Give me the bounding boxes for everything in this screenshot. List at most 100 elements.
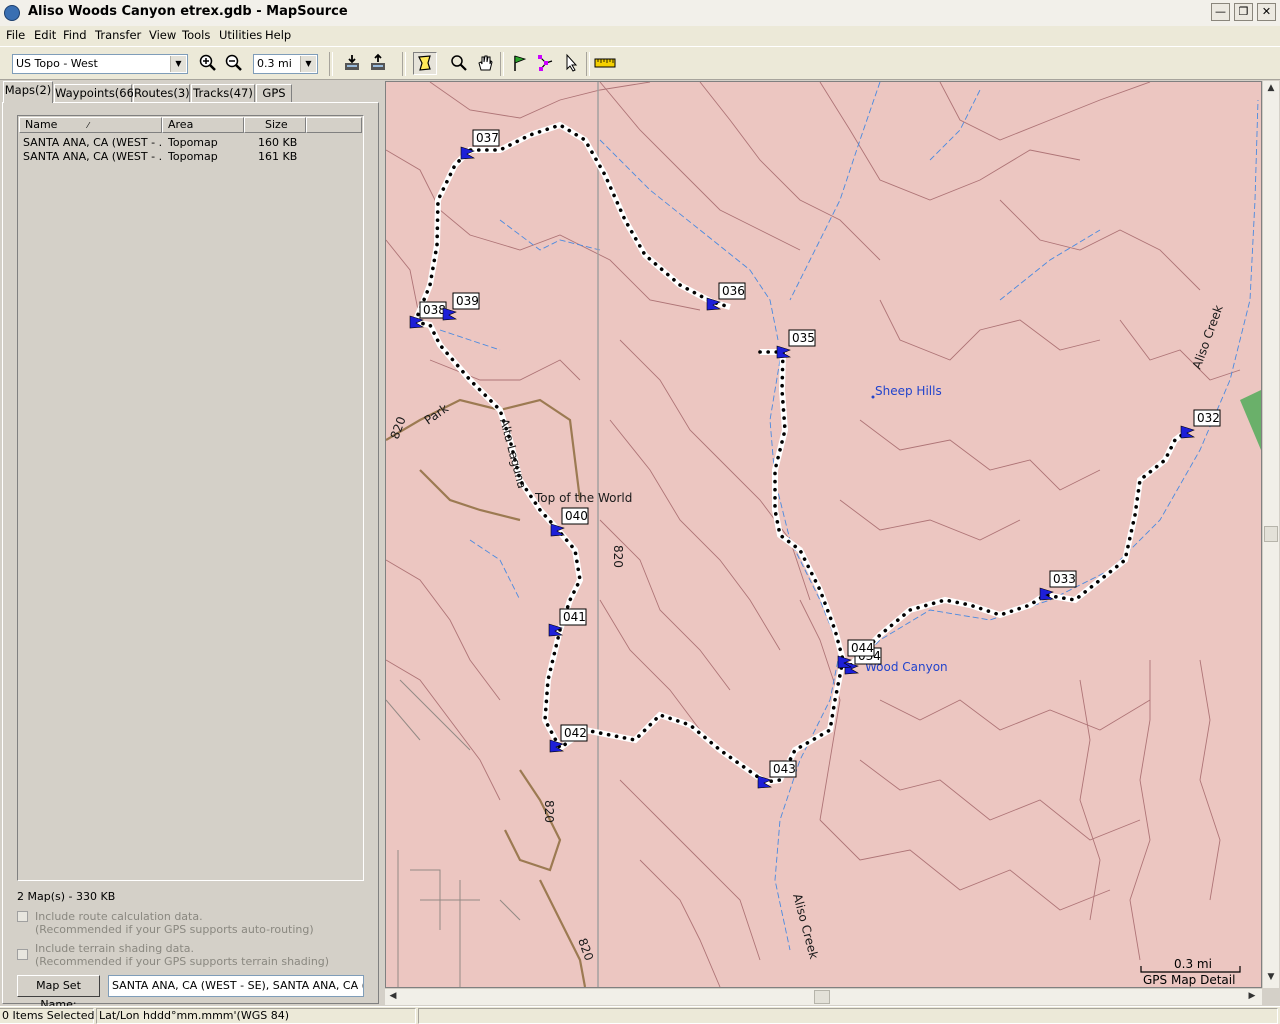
list-item-area: Topomap xyxy=(168,150,218,163)
zoom-in-icon xyxy=(199,54,216,71)
sort-ascending-icon: ⁄ xyxy=(87,121,89,130)
menu-utilities[interactable]: Utilities xyxy=(219,28,262,42)
send-to-device-icon xyxy=(371,53,385,70)
menu-file[interactable]: File xyxy=(6,28,25,42)
vertical-scroll-thumb[interactable] xyxy=(1264,526,1278,542)
menu-find[interactable]: Find xyxy=(63,28,87,42)
product-select-value: US Topo - West xyxy=(16,57,98,70)
route-calculation-hint: (Recommended if your GPS supports auto-r… xyxy=(35,923,314,936)
distance-tool-button[interactable] xyxy=(593,52,617,75)
waypoint-label: 038 xyxy=(423,303,446,317)
menu-edit[interactable]: Edit xyxy=(34,28,56,42)
tab-tracks[interactable]: Tracks(47) xyxy=(191,84,255,103)
product-select[interactable]: US Topo - West ▼ xyxy=(12,54,188,74)
map-tool-button[interactable] xyxy=(413,52,437,75)
cursor-icon xyxy=(566,53,578,72)
menu-bar: File Edit Find Transfer View Tools Utili… xyxy=(0,26,1280,46)
hand-icon xyxy=(478,55,493,71)
tab-gps[interactable]: GPS xyxy=(256,84,292,103)
route-calculation-checkbox[interactable] xyxy=(17,911,28,922)
maximize-button[interactable]: ❐ xyxy=(1234,3,1253,21)
vertical-scrollbar[interactable]: ▲ ▼ xyxy=(1262,81,1279,988)
zoom-scale-value: 0.3 mi xyxy=(257,57,292,70)
list-item-name[interactable]: SANTA ANA, CA (WEST - ... xyxy=(23,150,161,163)
menu-tools[interactable]: Tools xyxy=(182,28,210,42)
maps-summary: 2 Map(s) - 330 KB xyxy=(17,890,116,903)
menu-transfer[interactable]: Transfer xyxy=(95,28,141,42)
waypoint-label: 042 xyxy=(564,726,587,740)
waypoint-label: 035 xyxy=(792,331,815,345)
status-bar: 0 Items Selected Lat/Lon hddd°mm.mmm'(WG… xyxy=(0,1006,1280,1024)
selection-tool-button[interactable] xyxy=(560,52,584,75)
menu-view[interactable]: View xyxy=(149,28,176,42)
tab-maps[interactable]: Maps(2) xyxy=(3,81,53,103)
route-tool-button[interactable] xyxy=(534,52,558,75)
left-panel: Maps(2) Waypoints(66) Routes(3) Tracks(4… xyxy=(0,80,381,1011)
zoom-scale-select[interactable]: 0.3 mi ▼ xyxy=(253,54,318,74)
zoom-out-icon xyxy=(225,54,242,71)
scroll-left-icon[interactable]: ◀ xyxy=(385,989,401,1005)
list-item-size: 160 KB xyxy=(258,136,298,149)
waypoint-tool-button[interactable] xyxy=(508,52,532,75)
scroll-down-icon[interactable]: ▼ xyxy=(1263,970,1279,986)
waypoint-label: 032 xyxy=(1197,411,1220,425)
map-detail-label: GPS Map Detail xyxy=(1143,973,1235,987)
app-icon[interactable] xyxy=(4,5,20,21)
column-header-empty xyxy=(306,117,362,133)
route-calculation-label: Include route calculation data. xyxy=(35,910,203,923)
hand-tool-button[interactable] xyxy=(473,52,497,75)
horizontal-scroll-thumb[interactable] xyxy=(814,990,830,1004)
map-set-name-button[interactable]: Map Set Name: xyxy=(17,975,100,1011)
title-bar: Aliso Woods Canyon etrex.gdb - MapSource… xyxy=(0,0,1280,27)
waypoint-label: 036 xyxy=(722,284,745,298)
route-number-label: 820 xyxy=(611,545,625,568)
list-item-area: Topomap xyxy=(168,136,218,149)
window-title: Aliso Woods Canyon etrex.gdb - MapSource xyxy=(28,4,348,19)
menu-help[interactable]: Help xyxy=(265,28,291,42)
column-header-name[interactable]: Name ⁄ xyxy=(19,117,162,133)
receive-from-device-button[interactable] xyxy=(340,52,364,75)
waypoint-label: 043 xyxy=(773,762,796,776)
place-label-sheep-hills: Sheep Hills xyxy=(875,384,942,398)
toolbar-separator xyxy=(500,52,504,76)
topo-map[interactable]: Top of the World 820 820 820 820 Park Al… xyxy=(386,82,1261,987)
zoom-out-button[interactable] xyxy=(222,52,246,75)
tab-routes[interactable]: Routes(3) xyxy=(133,84,190,103)
flag-icon xyxy=(514,55,527,71)
scroll-up-icon[interactable]: ▲ xyxy=(1263,81,1279,97)
waypoint-label: 040 xyxy=(565,509,588,523)
maps-list[interactable]: Name ⁄ Area Size SANTA ANA, CA (WEST - ..… xyxy=(17,115,364,881)
zoom-in-button[interactable] xyxy=(196,52,220,75)
ruler-icon xyxy=(594,58,616,68)
column-header-area[interactable]: Area xyxy=(162,117,244,133)
terrain-shading-checkbox[interactable] xyxy=(17,949,28,960)
status-selection: 0 Items Selected xyxy=(0,1008,95,1024)
zoom-tool-button[interactable] xyxy=(447,52,471,75)
zoom-tool-icon xyxy=(451,55,467,71)
waypoint-label: 033 xyxy=(1053,572,1076,586)
send-to-device-button[interactable] xyxy=(366,52,390,75)
waypoint-label: 037 xyxy=(476,131,499,145)
horizontal-scrollbar[interactable]: ◀ ▶ xyxy=(385,988,1262,1005)
chevron-down-icon[interactable]: ▼ xyxy=(170,56,186,72)
status-coordinate-format: Lat/Lon hddd°mm.mmm'(WGS 84) xyxy=(96,1008,416,1024)
map-view[interactable]: Top of the World 820 820 820 820 Park Al… xyxy=(385,81,1262,988)
list-item-name[interactable]: SANTA ANA, CA (WEST - ... xyxy=(23,136,161,149)
column-header-size[interactable]: Size xyxy=(244,117,306,133)
chevron-down-icon[interactable]: ▼ xyxy=(300,56,316,72)
route-number-label: 820 xyxy=(542,800,556,823)
close-button[interactable]: ✕ xyxy=(1257,3,1276,21)
place-label-top-of-world: Top of the World xyxy=(534,491,632,505)
scroll-right-icon[interactable]: ▶ xyxy=(1244,989,1260,1005)
receive-from-device-icon xyxy=(345,55,359,70)
map-set-name-field[interactable]: SANTA ANA, CA (WEST - SE), SANTA ANA, CA… xyxy=(108,975,364,997)
minimize-button[interactable]: — xyxy=(1211,3,1230,21)
tab-waypoints[interactable]: Waypoints(66) xyxy=(54,84,138,103)
toolbar-separator xyxy=(329,52,333,76)
waypoint-label: 044 xyxy=(851,641,874,655)
status-panel-empty xyxy=(418,1008,1278,1024)
list-item-size: 161 KB xyxy=(258,150,298,163)
waypoint-label: 039 xyxy=(456,294,479,308)
waypoint-label: 041 xyxy=(563,610,586,624)
terrain-shading-label: Include terrain shading data. xyxy=(35,942,194,955)
